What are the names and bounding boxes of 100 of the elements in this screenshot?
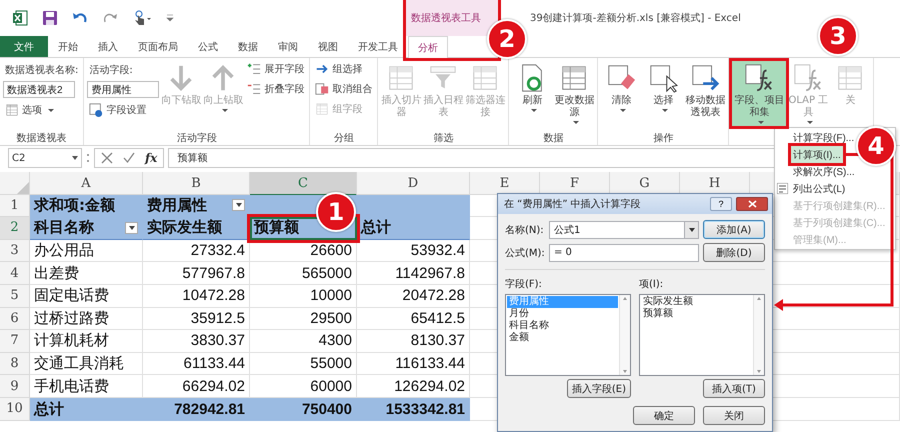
group-label: 数据透视表 <box>16 132 68 144</box>
ribbon-button[interactable]: 选择 <box>643 61 684 114</box>
column-header[interactable]: E <box>470 172 540 195</box>
field-label: 名称(N): <box>505 224 545 236</box>
table-cell: 1533342.81 <box>357 398 470 421</box>
ok-button[interactable]: 确定 <box>633 406 695 425</box>
name-combo-box[interactable]: 公式1 <box>549 220 699 238</box>
group-label: 数据 <box>542 132 564 144</box>
table-cell: 1142967.8 <box>357 262 470 285</box>
enter-icon <box>123 152 135 164</box>
ribbon-button[interactable]: 取消组合 <box>313 81 374 97</box>
help-button[interactable]: ? <box>710 197 732 211</box>
row-number: 2 <box>0 217 30 240</box>
column-header[interactable]: G <box>610 172 680 195</box>
table-cell: 3830.37 <box>143 330 250 353</box>
ribbon-tab[interactable]: 插入 <box>88 36 128 57</box>
column-header[interactable]: D <box>357 172 470 195</box>
table-cell: 782942.81 <box>143 398 250 421</box>
table-cell: 26600 <box>250 240 357 262</box>
collapse-icon <box>247 82 262 96</box>
save-icon <box>42 10 58 26</box>
close-icon <box>748 200 756 208</box>
ribbon-button[interactable]: 组选择 <box>313 61 374 77</box>
table-cell: 61133.44 <box>143 352 250 376</box>
ribbon-button[interactable]: 展开字段 <box>245 61 306 77</box>
add-button[interactable]: 添加(A) <box>703 220 765 239</box>
table-cell: 55000 <box>250 352 357 376</box>
ribbon-tab[interactable]: 文件 <box>0 36 48 57</box>
ribbon-tab[interactable]: 分析 <box>408 36 448 58</box>
list-item[interactable]: 预算额 <box>641 308 752 320</box>
field-label: 公式(M): <box>505 246 545 260</box>
step-number-badge: 3 <box>818 16 858 56</box>
arrow-right-icon <box>315 62 330 76</box>
window-title: 39创建计算项-差额分析.xls [兼容模式] - Excel <box>530 12 741 25</box>
formula-field[interactable]: = 0 <box>549 244 699 262</box>
field-label: 活动字段: <box>88 64 134 77</box>
ribbon-button[interactable]: 字段、项目和集 <box>732 61 786 126</box>
ribbon-tab[interactable]: 开发工具 <box>348 36 408 57</box>
close-button[interactable] <box>736 197 768 211</box>
scrollbar[interactable] <box>753 295 764 375</box>
list-item[interactable]: 月份 <box>507 308 618 320</box>
table-cell: 10000 <box>250 284 357 308</box>
ribbon-tab[interactable]: 公式 <box>188 36 228 57</box>
table-cell: 53932.4 <box>357 240 470 262</box>
insert-item-button[interactable]: 插入项(T) <box>703 379 765 398</box>
row-number: 4 <box>0 262 30 285</box>
row-number: 1 <box>0 194 30 218</box>
menu-item[interactable]: 计算项(I)... <box>791 146 843 163</box>
ribbon-tab[interactable]: 审阅 <box>268 36 308 57</box>
ribbon-button[interactable]: 刷新 <box>512 61 552 114</box>
name-box[interactable]: C2 <box>8 148 82 168</box>
filter-button[interactable] <box>232 199 245 212</box>
ribbon-tab[interactable]: 页面布局 <box>128 36 188 57</box>
field-label: 字段(F): <box>505 278 543 291</box>
insert-function-button[interactable]: fx <box>145 151 158 165</box>
column-header[interactable]: A <box>30 172 143 195</box>
highlight-frame <box>729 58 790 129</box>
table-cell: 750400 <box>250 398 357 421</box>
table-cell: 总计 <box>30 398 143 421</box>
menu-item[interactable]: 计算字段(F)... <box>791 129 856 146</box>
cancel-icon <box>101 152 113 164</box>
ribbon-tab[interactable]: 数据 <box>228 36 268 57</box>
list-item[interactable]: 实际发生额 <box>641 296 752 308</box>
filter-button[interactable] <box>125 222 138 234</box>
ribbon-button[interactable]: 选项 <box>3 102 80 118</box>
ribbon-button[interactable]: 折叠字段 <box>245 81 306 97</box>
list-item[interactable]: 科目名称 <box>507 320 618 332</box>
table-icon <box>315 102 330 116</box>
table-cell: 费用属性 <box>143 194 250 218</box>
cursor-icon <box>648 63 678 93</box>
table-cell: 577967.8 <box>143 262 250 285</box>
ribbon-button[interactable]: 字段设置 <box>87 102 160 118</box>
ribbon-button[interactable]: 移动数据透视表 <box>685 61 726 121</box>
touch-mode-icon <box>132 10 152 26</box>
ribbon-button[interactable]: 更改数据源 <box>554 61 594 126</box>
column-header[interactable]: F <box>540 172 610 195</box>
row-number: 9 <box>0 375 30 398</box>
row-number: 5 <box>0 284 30 308</box>
column-header[interactable]: C <box>250 172 357 196</box>
table-cell: 29500 <box>250 308 357 330</box>
text-field[interactable]: 数据透视表2 <box>3 81 75 98</box>
ribbon-button[interactable]: 清除 <box>601 61 642 114</box>
ribbon-tab[interactable]: 视图 <box>308 36 348 57</box>
row-number: 3 <box>0 240 30 262</box>
dialog-title: 在 “费用属性” 中插入计算字段 <box>504 198 642 211</box>
insert-field-button[interactable]: 插入字段(E) <box>566 379 631 398</box>
field-settings-icon <box>89 103 104 117</box>
table-cell: 实际发生额 <box>143 217 250 240</box>
list-item[interactable]: 金额 <box>507 332 618 344</box>
scrollbar[interactable] <box>619 295 630 375</box>
menu-item[interactable]: 列出公式(L) <box>791 180 848 197</box>
ribbon-tab[interactable]: 开始 <box>48 36 88 57</box>
table-cell: 过桥过路费 <box>30 308 143 330</box>
table-cell: 35912.5 <box>143 308 250 330</box>
delete-button[interactable]: 删除(D) <box>703 243 765 262</box>
text-field[interactable]: 费用属性 <box>87 81 160 98</box>
close-button[interactable]: 关闭 <box>703 406 765 425</box>
column-header[interactable]: B <box>143 172 250 195</box>
table-cell: 8130.37 <box>357 330 470 353</box>
column-header[interactable]: H <box>680 172 750 195</box>
